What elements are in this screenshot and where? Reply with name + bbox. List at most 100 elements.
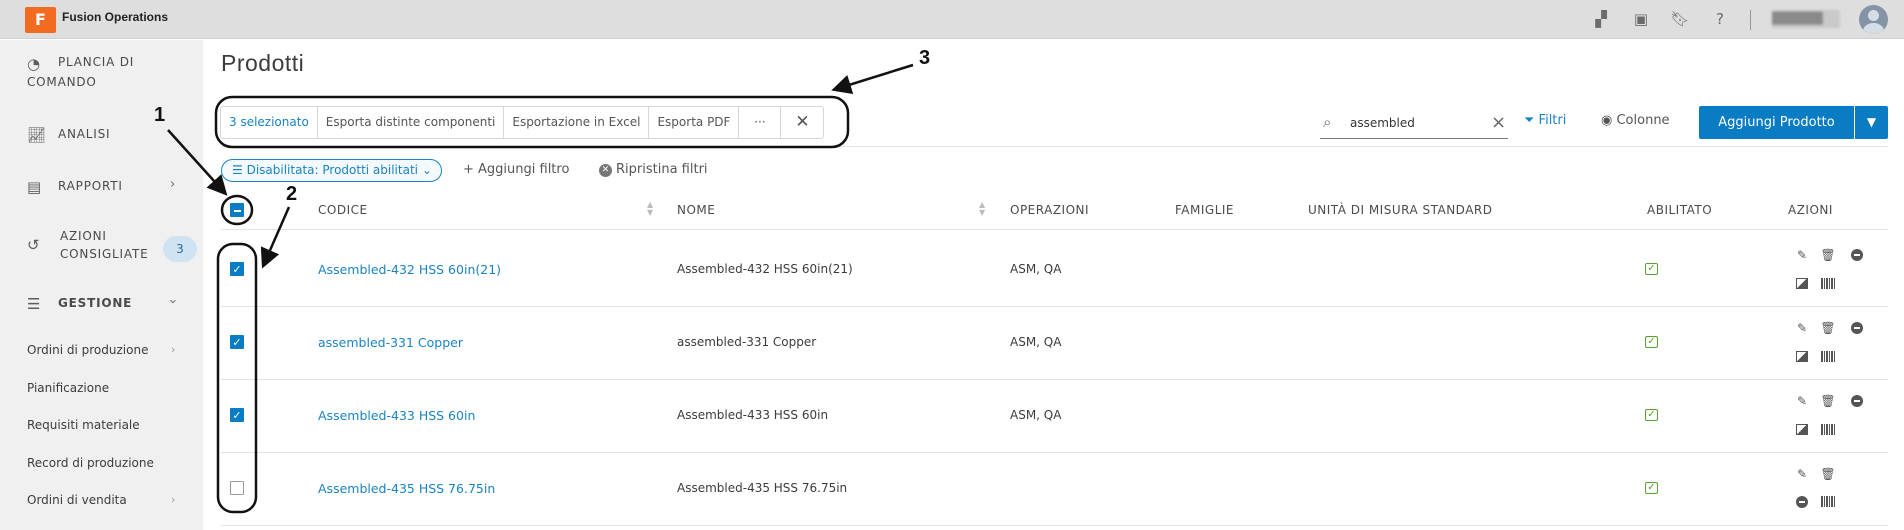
delete-icon[interactable]: 🗑︎	[1820, 248, 1836, 262]
divider	[221, 525, 1888, 526]
filter-icon: ⏷	[1524, 113, 1535, 128]
clear-search-icon[interactable]: ×	[1491, 112, 1506, 133]
reports-icon: ▤	[27, 178, 42, 196]
enabled-check-icon: ✓	[1645, 336, 1658, 348]
count-badge: 3	[163, 236, 197, 262]
disable-icon[interactable]	[1851, 395, 1863, 407]
sidebar-subitem-production-orders[interactable]: Ordini di produzione ›	[27, 343, 175, 357]
edit-icon[interactable]: ✎	[1794, 394, 1810, 408]
sidebar-subitem-sales-orders[interactable]: Ordini di vendita ›	[27, 493, 175, 507]
sidebar: ◔ PLANCIA DI COMANDO 📈︎ ANALISI ▤ RAPPOR…	[0, 40, 203, 530]
bookmark-icon[interactable]: 🔖︎	[1670, 10, 1690, 28]
divider	[221, 146, 1888, 147]
image-icon[interactable]	[1796, 424, 1808, 435]
chevron-right-icon: ›	[171, 493, 176, 506]
top-bar: F Fusion Operations ▞ ▣ 🔖︎ ? ██████	[0, 0, 1904, 39]
add-product-dropdown[interactable]: ▼	[1855, 106, 1888, 139]
image-icon[interactable]	[1796, 278, 1808, 289]
product-name: assembled-331 Copper	[677, 335, 817, 349]
search-input[interactable]: ⌕ assembled ×	[1320, 109, 1508, 139]
export-excel-button[interactable]: Esportazione in Excel	[504, 107, 650, 138]
barcode-icon[interactable]	[1821, 351, 1836, 362]
divider	[221, 229, 1888, 230]
edit-icon[interactable]: ✎	[1794, 248, 1810, 262]
operations: ASM, QA	[1010, 262, 1062, 276]
sort-icon[interactable]: ▲ ▼	[647, 201, 653, 217]
column-header-families[interactable]: FAMIGLIE	[1175, 203, 1234, 217]
reset-filters-button[interactable]: ✕ Ripristina filtri	[599, 162, 708, 177]
barcode-icon[interactable]	[1821, 424, 1836, 435]
help-icon[interactable]: ?	[1710, 10, 1730, 28]
operations: ASM, QA	[1010, 408, 1062, 422]
product-name: Assembled-435 HSS 76.75in	[677, 481, 848, 495]
filters-button[interactable]: ⏷ Filtri	[1524, 113, 1566, 128]
column-header-code[interactable]: CODICE	[318, 203, 368, 217]
annotation-label-3: 3	[919, 47, 931, 69]
delete-icon[interactable]: 🗑︎	[1820, 321, 1836, 335]
annotation-overlay	[167, 63, 914, 514]
row-checkbox[interactable]: ✓	[230, 262, 244, 276]
annotation-arrow-2	[260, 206, 291, 269]
annotation-label-1: 1	[154, 104, 166, 126]
delete-icon[interactable]: 🗑︎	[1820, 467, 1836, 481]
row-checkbox[interactable]: ✓	[230, 335, 244, 349]
disable-icon[interactable]	[1851, 322, 1863, 334]
product-code-link[interactable]: Assembled-432 HSS 60in(21)	[318, 262, 501, 277]
user-name[interactable]: ██████	[1772, 10, 1840, 28]
row-checkbox[interactable]	[230, 481, 244, 495]
close-selection-button[interactable]: ✕	[781, 107, 823, 138]
delete-icon[interactable]: 🗑︎	[1820, 394, 1836, 408]
column-header-name[interactable]: NOME	[677, 203, 715, 217]
annotation-outline-checkboxes	[216, 242, 258, 514]
add-product-button[interactable]: Aggiungi Prodotto	[1699, 106, 1854, 139]
row-checkbox[interactable]: ✓	[230, 408, 244, 422]
export-pdf-button[interactable]: Esporta PDF	[649, 107, 740, 138]
image-icon[interactable]	[1796, 351, 1808, 362]
close-circle-icon: ✕	[599, 164, 612, 177]
sort-icon[interactable]: ▲ ▼	[979, 201, 985, 217]
barcode-icon[interactable]	[1821, 278, 1836, 289]
filter-chip[interactable]: ☰ Disabilitata: Prodotti abilitati ⌄	[221, 159, 442, 182]
column-header-uom[interactable]: UNITÀ DI MISURA STANDARD	[1308, 203, 1493, 217]
product-code-link[interactable]: Assembled-435 HSS 76.75in	[318, 481, 495, 496]
analytics-icon: 📈︎	[27, 126, 47, 144]
history-icon: ↺	[27, 236, 40, 254]
sidebar-subitem-production-records[interactable]: Record di produzione	[27, 456, 154, 470]
column-header-operations[interactable]: OPERAZIONI	[1010, 203, 1089, 217]
select-all-checkbox[interactable]	[230, 203, 244, 217]
product-code-link[interactable]: assembled-331 Copper	[318, 335, 463, 350]
disable-icon[interactable]	[1796, 496, 1808, 508]
more-options-button[interactable]: ···	[739, 107, 782, 138]
sidebar-subitem-planning[interactable]: Pianificazione	[27, 381, 109, 395]
barcode-icon[interactable]	[1821, 496, 1836, 507]
app-title: Fusion Operations	[62, 10, 169, 24]
edit-icon[interactable]: ✎	[1794, 467, 1810, 481]
column-header-enabled[interactable]: ABILITATO	[1647, 203, 1712, 217]
bulk-actions-bar: 3 selezionato Esporta distinte component…	[220, 106, 825, 139]
divider	[221, 452, 1888, 453]
chevron-right-icon: ›	[170, 177, 176, 192]
dashboard-icon: ◔	[27, 55, 41, 73]
sliders-icon: ☰	[27, 295, 41, 313]
export-bom-button[interactable]: Esporta distinte componenti	[318, 107, 505, 138]
product-name: Assembled-432 HSS 60in(21)	[677, 262, 853, 276]
enabled-check-icon: ✓	[1645, 263, 1658, 275]
fusion-logo[interactable]: F	[25, 7, 56, 33]
disable-icon[interactable]	[1851, 249, 1863, 261]
eye-icon: ◉	[1601, 113, 1613, 128]
edit-icon[interactable]: ✎	[1794, 321, 1810, 335]
topbar-divider	[1750, 10, 1751, 30]
add-filter-button[interactable]: + Aggiungi filtro	[463, 162, 569, 177]
enabled-check-icon: ✓	[1645, 409, 1658, 421]
operations: ASM, QA	[1010, 335, 1062, 349]
product-code-link[interactable]: Assembled-433 HSS 60in	[318, 408, 475, 423]
columns-button[interactable]: ◉ Colonne	[1601, 113, 1670, 128]
enabled-check-icon: ✓	[1645, 482, 1658, 494]
chevron-down-icon: ⌄	[421, 163, 432, 177]
sidebar-subitem-material-requirements[interactable]: Requisiti materiale	[27, 418, 140, 432]
chat-icon[interactable]: ▞	[1591, 10, 1611, 28]
column-header-actions: AZIONI	[1788, 203, 1833, 217]
avatar[interactable]	[1859, 5, 1888, 34]
monitor-icon[interactable]: ▣	[1631, 10, 1651, 28]
product-name: Assembled-433 HSS 60in	[677, 408, 829, 422]
